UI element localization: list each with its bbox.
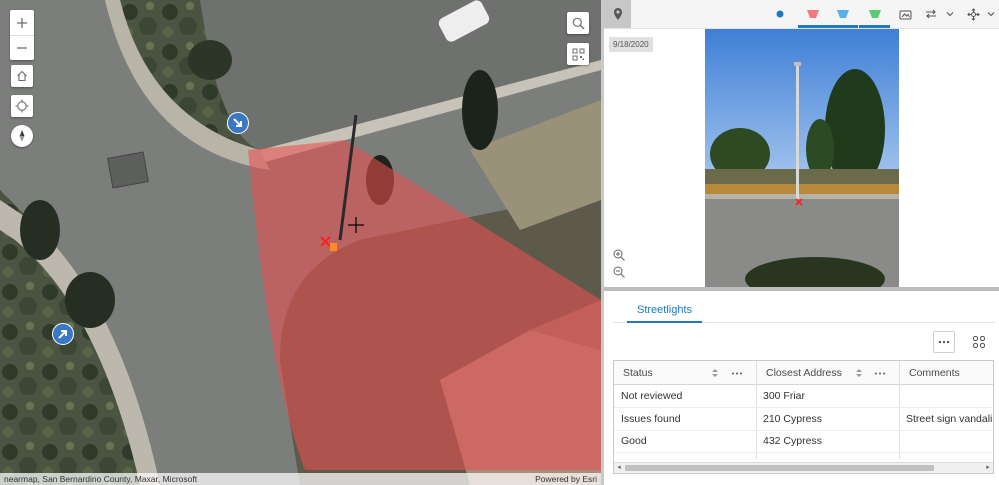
photo-zoom-out-icon[interactable] [612,265,626,279]
row-divider [614,452,993,453]
photo-point-marker[interactable] [227,112,249,134]
plus-icon [17,17,27,28]
search-icon [572,17,584,29]
cell-comments: Street sign vandali [906,413,993,425]
home-icon [17,70,27,82]
cell-status: Issues found [621,413,681,425]
blue-dot-toggle[interactable] [771,0,789,28]
more-icon [938,340,950,344]
cell-closest-address: 210 Cypress [763,413,822,425]
attribution-sources: nearmap, San Bernardino County, Maxar, M… [4,474,198,484]
column-header-status[interactable]: Status [616,361,653,385]
column-header-comments[interactable]: Comments [902,361,960,385]
red-cone-icon [807,10,819,18]
swap-button[interactable] [923,0,939,28]
cell-closest-address: 432 Cypress [763,435,822,447]
powered-by-esri[interactable]: Powered by Esri [535,473,597,485]
move-dropdown[interactable] [985,0,997,28]
compass-icon [19,130,25,142]
green-cone-icon [868,10,881,18]
photo-image [705,29,899,287]
sort-icon[interactable] [711,368,719,378]
attribute-table: Status Closest Address Comments Not revi… [613,360,994,474]
viewer-toolbar [604,0,999,29]
home-button[interactable] [11,65,33,87]
column-menu-icon[interactable] [731,372,743,375]
swap-icon [926,9,936,19]
tab-streetlights[interactable]: Streetlights [627,303,703,323]
swap-dropdown[interactable] [944,0,956,28]
photo-point-marker[interactable] [52,323,74,345]
aerial-imagery [0,0,601,485]
column-header-closest-address[interactable]: Closest Address [759,361,842,385]
cell-comments [899,385,906,407]
compass-button[interactable] [11,125,33,147]
zoom-control [10,10,34,60]
crosshair-icon [15,99,29,113]
cell-status: Not reviewed [621,390,683,402]
scroll-left-arrow[interactable]: ◂ [615,464,623,472]
horizontal-scrollbar[interactable]: ◂ ▸ [614,462,993,473]
locate-photo-button[interactable] [604,0,631,28]
qr-code-button[interactable] [567,43,589,65]
cell-closest-address: 300 Friar [763,390,806,402]
qr-code-icon [572,48,584,60]
table-tabs: Streetlights [613,299,995,323]
street-view-button[interactable] [896,0,914,28]
map-pin-icon [613,8,622,20]
blue-dot-icon [776,10,784,18]
blue-cone-toggle[interactable] [828,0,858,28]
sort-icon[interactable] [855,368,863,378]
map-view[interactable]: nearmap, San Bernardino County, Maxar, M… [0,0,601,485]
table-layout-button[interactable] [968,331,990,353]
grid-icon [973,336,985,348]
green-cone-toggle[interactable] [859,0,890,28]
zoom-in-button[interactable] [10,10,34,35]
locate-button[interactable] [11,95,33,117]
chevron-down-icon [946,12,954,17]
chevron-down-icon [987,12,995,17]
search-button[interactable] [567,12,589,34]
photo-zoom-in-icon[interactable] [612,248,626,262]
table-row[interactable]: Not reviewed 300 Friar [614,385,993,407]
street-view-icon [899,10,911,19]
column-menu-icon[interactable] [874,372,886,375]
red-cone-toggle[interactable] [798,0,828,28]
attribute-table-panel: Streetlights Status Closest Address Comm… [604,291,999,485]
scrollbar-thumb[interactable] [625,465,934,471]
zoom-out-button[interactable] [10,35,34,60]
table-row[interactable]: Good 432 Cypress [614,430,993,452]
table-options-button[interactable] [933,331,955,353]
streetlight-photo[interactable] [705,29,899,287]
arrow-down-right-icon [233,118,242,127]
photo-viewer: 9/18/2020 [604,29,999,287]
arrow-up-right-icon [58,330,67,339]
table-row[interactable]: Issues found 210 Cypress Street sign van… [614,408,993,430]
move-icon [966,7,980,21]
move-button[interactable] [965,0,981,28]
scroll-right-arrow[interactable]: ▸ [984,464,992,472]
map-attribution: nearmap, San Bernardino County, Maxar, M… [0,473,601,485]
minus-icon [17,47,27,49]
table-header-row: Status Closest Address Comments [614,361,993,385]
cell-status: Good [621,435,647,447]
photo-date: 9/18/2020 [609,37,653,52]
cell-comments [899,430,906,452]
blue-cone-icon [837,10,849,18]
